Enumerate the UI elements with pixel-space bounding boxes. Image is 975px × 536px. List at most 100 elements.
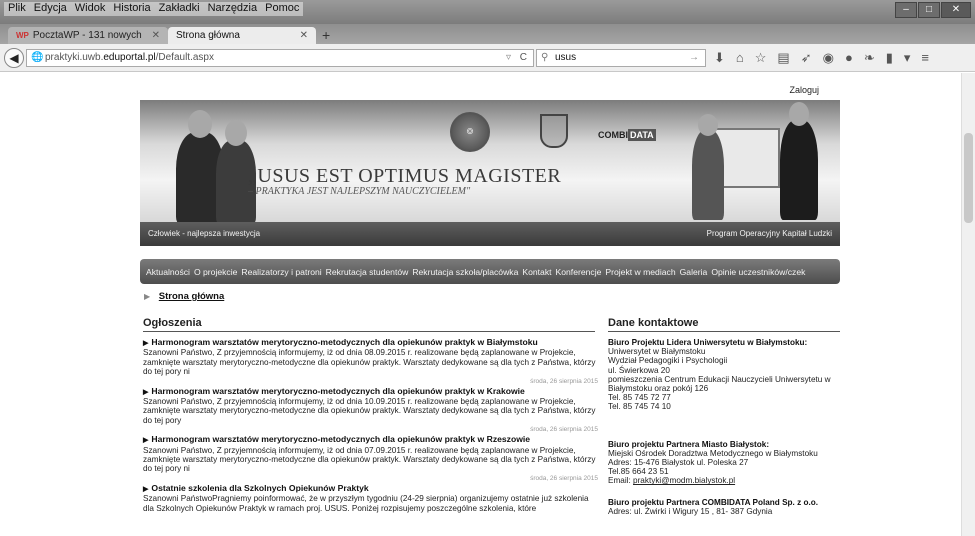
- contact-heading-lider: Biuro Projektu Lidera Uniwersytetu w Bia…: [608, 338, 808, 347]
- globe-icon: 🌐: [31, 52, 44, 63]
- contact-line: Adres: ul. Żwirki i Wigury 15 , 81- 387 …: [608, 506, 773, 516]
- menu-edit[interactable]: Edycja: [34, 2, 67, 16]
- addon-icon[interactable]: ◉: [823, 50, 834, 66]
- sync-icon[interactable]: ❧: [864, 50, 875, 66]
- university-seal-icon: ❂: [450, 112, 490, 152]
- nav-item[interactable]: Projekt w mediach: [605, 267, 675, 277]
- breadcrumb-home-link[interactable]: Strona główna: [159, 291, 224, 302]
- bullet-arrow-icon: ▶: [143, 485, 149, 493]
- url-host: eduportal.pl: [103, 52, 156, 63]
- announcement-item: ▶ Ostatnie szkolenia dla Szkolnych Opieku…: [143, 483, 598, 513]
- contact-line: Wydział Pedagogiki i Psychologii: [608, 356, 728, 366]
- hamburger-menu-icon[interactable]: ≡: [921, 50, 929, 66]
- clipboard-icon[interactable]: ▮: [886, 50, 893, 66]
- search-value: usus: [555, 52, 577, 63]
- announcement-title-link[interactable]: Ostatnie szkolenia dla Szkolnych Opiekun…: [151, 483, 368, 493]
- bookmark-star-icon[interactable]: ☆: [755, 50, 767, 66]
- home-icon[interactable]: ⌂: [736, 50, 744, 66]
- student-figure-standing: [780, 102, 818, 220]
- nav-item[interactable]: Kontakt: [522, 267, 551, 277]
- search-icon: ⚲: [541, 52, 549, 63]
- reload-icon[interactable]: C: [520, 50, 527, 66]
- contact-line: Uniwersytet w Białymstoku: [608, 347, 706, 357]
- menu-bar: Plik Edycja Widok Historia Zakładki Narz…: [4, 2, 304, 16]
- contact-line: Tel.85 664 23 51: [608, 467, 669, 477]
- contact-block-bialystok: Biuro projektu Partnera Miasto Białystok…: [608, 440, 848, 486]
- page-scrollbar[interactable]: [961, 73, 975, 536]
- contact-heading-combidata: Biuro projektu Partnera COMBIDATA Poland…: [608, 497, 819, 507]
- nav-item[interactable]: Opinie uczestników/czek: [711, 267, 805, 277]
- announcement-body: Szanowni Państwo, Z przyjemnością inform…: [143, 348, 596, 377]
- nav-item[interactable]: Rekrutacja szkoła/placówka: [412, 267, 518, 277]
- address-bar[interactable]: 🌐 praktyki.uwb.eduportal.pl/Default.aspx…: [26, 49, 534, 67]
- search-go-icon[interactable]: →: [689, 50, 699, 66]
- announcement-title-link[interactable]: Harmonogram warsztatów merytoryczno-meto…: [151, 386, 524, 396]
- contact-line: Tel. 85 745 72 77: [608, 393, 671, 403]
- search-input[interactable]: ⚲ usus →: [536, 49, 706, 67]
- menu-file[interactable]: Plik: [8, 2, 26, 16]
- maximize-icon[interactable]: □: [918, 2, 940, 18]
- tab-strona-glowna[interactable]: Strona główna ✕: [168, 27, 316, 44]
- window-close-icon[interactable]: ✕: [941, 2, 971, 18]
- announcement-title-link[interactable]: Harmonogram warsztatów merytoryczno-meto…: [151, 337, 537, 347]
- announcements-heading: Ogłoszenia: [143, 317, 595, 332]
- announcements-list: ▶ Harmonogram warsztatów merytoryczno-met…: [143, 337, 598, 513]
- breadcrumb-arrow-icon: ▶: [144, 292, 151, 301]
- chat-icon[interactable]: ●: [845, 50, 853, 66]
- url-prefix: praktyki.uwb.: [45, 52, 104, 63]
- announcement-title-link[interactable]: Harmonogram warsztatów merytoryczno-meto…: [151, 434, 530, 444]
- banner-caption-left: Człowiek - najlepsza inwestycja: [148, 229, 261, 238]
- contact-line: Miejski Ośrodek Doradztwa Metodycznego w…: [608, 448, 818, 458]
- tab-close-icon[interactable]: ✕: [152, 28, 160, 44]
- nav-item[interactable]: Realizatorzy i patroni: [241, 267, 321, 277]
- window-titlebar: Plik Edycja Widok Historia Zakładki Narz…: [0, 0, 975, 24]
- header-banner: ❂ COMBI DATA „USUS EST OPTIMUS MAGISTER –…: [140, 100, 840, 246]
- tab-pocztawp[interactable]: WP PocztaWP - 131 nowych ✕: [8, 27, 168, 44]
- nav-item[interactable]: Galeria: [680, 267, 708, 277]
- announcement-item: ▶ Harmonogram warsztatów merytoryczno-met…: [143, 435, 598, 484]
- contact-heading-bialystok: Biuro projektu Partnera Miasto Białystok…: [608, 439, 770, 449]
- menu-history[interactable]: Historia: [113, 2, 150, 16]
- combidata-logo: COMBI DATA: [598, 129, 656, 141]
- bullet-arrow-icon: ▶: [143, 437, 149, 445]
- contact-line: Adres: 15-476 Białystok ul. Poleska 27: [608, 458, 749, 468]
- contact-email-line: Email: praktyki@modm.bialystok.pl: [608, 476, 736, 486]
- toolbar-icons: ⬇ ⌂ ☆ ▤ ➶ ◉ ● ❧ ▮ ▾ ≡: [714, 50, 929, 66]
- url-dropdown-icon[interactable]: ▿: [506, 50, 511, 66]
- announcement-item: ▶ Harmonogram warsztatów merytoryczno-met…: [143, 386, 598, 436]
- tab-close-icon[interactable]: ✕: [300, 28, 308, 44]
- login-link[interactable]: Zaloguj: [789, 85, 819, 95]
- email-link[interactable]: praktyki@modm.bialystok.pl: [633, 476, 735, 485]
- eagle-coat-of-arms-icon: [540, 114, 568, 148]
- tab-label: Strona główna: [176, 29, 240, 41]
- new-tab-icon[interactable]: +: [322, 27, 330, 43]
- menu-bookmarks[interactable]: Zakładki: [159, 2, 200, 16]
- overflow-icon[interactable]: ▾: [904, 50, 911, 66]
- nav-item[interactable]: O projekcie: [194, 267, 237, 277]
- wp-favicon-icon: WP: [16, 30, 29, 40]
- menu-help[interactable]: Pomoc: [265, 2, 299, 16]
- menu-tools[interactable]: Narzędzia: [208, 2, 258, 16]
- nav-item[interactable]: Aktualności: [146, 267, 190, 277]
- banner-caption-strip: Człowiek - najlepsza inwestycja Program …: [140, 222, 840, 246]
- breadcrumb: ▶ Strona główna: [144, 291, 224, 302]
- tab-strip: WP PocztaWP - 131 nowych ✕ Strona główna…: [0, 24, 975, 44]
- announcement-body: Szanowni Państwo, Z przyjemnością inform…: [143, 397, 596, 425]
- minimize-icon[interactable]: –: [895, 2, 917, 18]
- announcement-body: Szanowni Państwo, Z przyjemnością inform…: [143, 445, 596, 474]
- tab-label: PocztaWP - 131 nowych: [32, 29, 142, 41]
- back-arrow-icon[interactable]: ◀: [4, 48, 24, 68]
- banner-caption-right: Program Operacyjny Kapitał Ludzki: [706, 229, 832, 238]
- contact-line: pomieszczenia Centrum Edukacji Nauczycie…: [608, 374, 831, 394]
- send-icon[interactable]: ➶: [801, 50, 812, 66]
- nav-item[interactable]: Rekrutacja studentów: [326, 267, 409, 277]
- menu-view[interactable]: Widok: [75, 2, 106, 16]
- download-icon[interactable]: ⬇: [714, 50, 725, 66]
- reading-list-icon[interactable]: ▤: [777, 50, 789, 66]
- nav-item[interactable]: Konferencje: [556, 267, 602, 277]
- contact-line: Tel. 85 745 74 10: [608, 402, 671, 412]
- contact-list: Biuro Projektu Lidera Uniwersytetu w Bia…: [608, 338, 848, 516]
- contact-heading: Dane kontaktowe: [608, 317, 840, 332]
- banner-motto: „USUS EST OPTIMUS MAGISTER: [248, 165, 562, 187]
- scrollbar-thumb[interactable]: [964, 133, 973, 223]
